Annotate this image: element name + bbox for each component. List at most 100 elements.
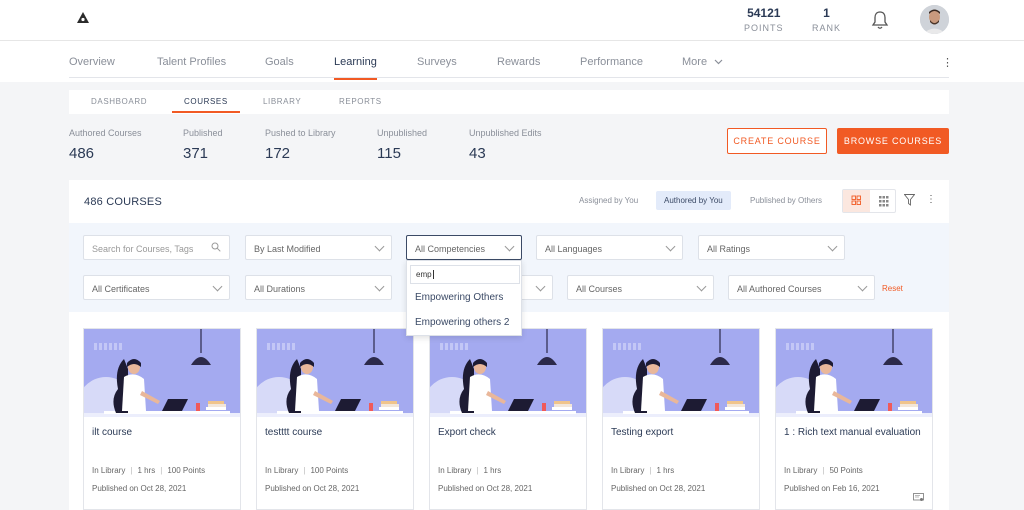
stat-value: 486 [69,145,95,162]
durations-select[interactable]: All Durations [245,275,392,300]
chevron-down-icon [212,281,223,292]
course-status: In Library [265,466,299,475]
authored-value: All Authored Courses [737,284,822,294]
course-thumbnail [257,329,413,417]
logo-icon[interactable] [76,11,90,25]
course-status: In Library [92,466,126,475]
course-title: Export check [438,427,496,438]
stat-value: 43 [469,145,486,162]
course-status: In Library [438,466,472,475]
nav-surveys[interactable]: Surveys [417,56,457,68]
nav-overview[interactable]: Overview [69,56,115,68]
certificate-icon [913,493,924,501]
meta-separator: | [649,466,652,475]
tab-reports[interactable]: REPORTS [339,97,382,106]
course-thumbnail [84,329,240,417]
ratings-select[interactable]: All Ratings [698,235,845,260]
course-illustration [430,329,586,417]
languages-value: All Languages [545,244,603,254]
course-published-date: Published on Oct 28, 2021 [611,484,706,493]
course-card[interactable]: testttt course In Library | 100 Points Pub… [256,328,414,510]
course-illustration [84,329,240,417]
list-view-button[interactable] [870,190,897,212]
rank-value: 1 [823,6,830,20]
competencies-select[interactable]: All Competencies [406,235,522,260]
chevron-down-icon [665,241,676,252]
nav-divider [69,77,949,78]
ratings-value: All Ratings [707,244,751,254]
chevron-down-icon [374,241,385,252]
course-published-date: Published on Oct 28, 2021 [265,484,360,493]
courses-select[interactable]: All Courses [567,275,714,300]
course-card[interactable]: 1 : Rich text manual evaluation In Libra… [775,328,933,510]
panel-kebab-icon[interactable]: ⋮ [926,194,936,205]
nav-goals[interactable]: Goals [265,56,294,68]
panel-title: 486 COURSES [84,196,163,208]
course-title: ilt course [92,427,133,438]
nav-rewards[interactable]: Rewards [497,56,540,68]
nav-talent-profiles[interactable]: Talent Profiles [157,56,226,68]
grid-view-button[interactable] [843,190,870,212]
stat-value: 115 [377,145,401,162]
competencies-value: All Competencies [415,244,486,254]
meta-separator: | [160,466,163,475]
meta-separator: | [476,466,479,475]
course-meta: In Library | 50 Points [784,466,863,475]
top-bar: 54121 POINTS 1 RANK [0,0,1024,41]
course-published-date: Published on Feb 16, 2021 [784,484,880,493]
search-input[interactable]: Search for Courses, Tags [83,235,230,260]
chevron-down-icon [857,281,868,292]
course-published-date: Published on Oct 28, 2021 [438,484,533,493]
sort-select[interactable]: By Last Modified [245,235,392,260]
segment-assigned-by-you[interactable]: Assigned by You [579,196,638,205]
certificates-value: All Certificates [92,284,150,294]
course-duration: 1 hrs [656,466,675,475]
certificates-select[interactable]: All Certificates [83,275,230,300]
competency-option[interactable]: Empowering others 2 [415,317,510,328]
stat-value: 371 [183,145,209,162]
segment-published-by-others[interactable]: Published by Others [750,196,822,205]
nav-more-label: More [682,56,708,68]
stat-unpublished: Unpublished 115 [377,128,427,162]
filter-icon[interactable] [904,194,915,206]
tab-courses[interactable]: COURSES [172,97,240,113]
sort-value: By Last Modified [254,244,321,254]
competency-option[interactable]: Empowering Others [415,292,503,303]
nav-kebab-icon[interactable]: ⋮ [942,56,953,69]
course-meta: In Library | 1 hrs [611,466,674,475]
points-stat: 54121 POINTS [744,6,784,33]
competency-search-input[interactable]: emp [410,265,520,284]
stat-pushed: Pushed to Library 172 [265,128,336,162]
course-duration: 1 hrs [137,466,156,475]
reset-link[interactable]: Reset [882,284,903,293]
course-title: testttt course [265,427,323,438]
nav-performance[interactable]: Performance [580,56,643,68]
authored-select[interactable]: All Authored Courses [728,275,875,300]
competency-query: emp [416,270,432,279]
stat-label: Authored Courses [69,128,142,138]
browse-courses-button[interactable]: BROWSE COURSES [837,128,949,154]
tab-library[interactable]: LIBRARY [263,97,301,106]
view-toggle [842,189,896,213]
course-points: 100 Points [310,466,349,475]
course-meta: In Library | 1 hrs | 100 Points [92,466,205,475]
course-card[interactable]: Testing export In Library | 1 hrs Publishe… [602,328,760,510]
nav-learning[interactable]: Learning [334,56,377,80]
competencies-dropdown: emp Empowering Others Empowering others … [406,260,522,336]
create-course-button[interactable]: CREATE COURSE [727,128,827,154]
course-thumbnail [776,329,932,417]
rank-stat: 1 RANK [812,6,841,33]
nav-more[interactable]: More [682,56,723,68]
tab-dashboard[interactable]: DASHBOARD [91,97,147,106]
durations-value: All Durations [254,284,306,294]
bell-icon[interactable] [870,9,890,31]
segment-authored-by-you[interactable]: Authored by You [656,191,731,210]
course-points: 50 Points [829,466,863,475]
languages-select[interactable]: All Languages [536,235,683,260]
avatar[interactable] [920,5,949,34]
rank-label: RANK [812,23,842,33]
course-duration: 1 hrs [483,466,502,475]
course-status: In Library [784,466,818,475]
course-card[interactable]: ilt course In Library | 1 hrs | 100 Points P… [83,328,241,510]
course-card[interactable]: Export check In Library | 1 hrs Published … [429,328,587,510]
